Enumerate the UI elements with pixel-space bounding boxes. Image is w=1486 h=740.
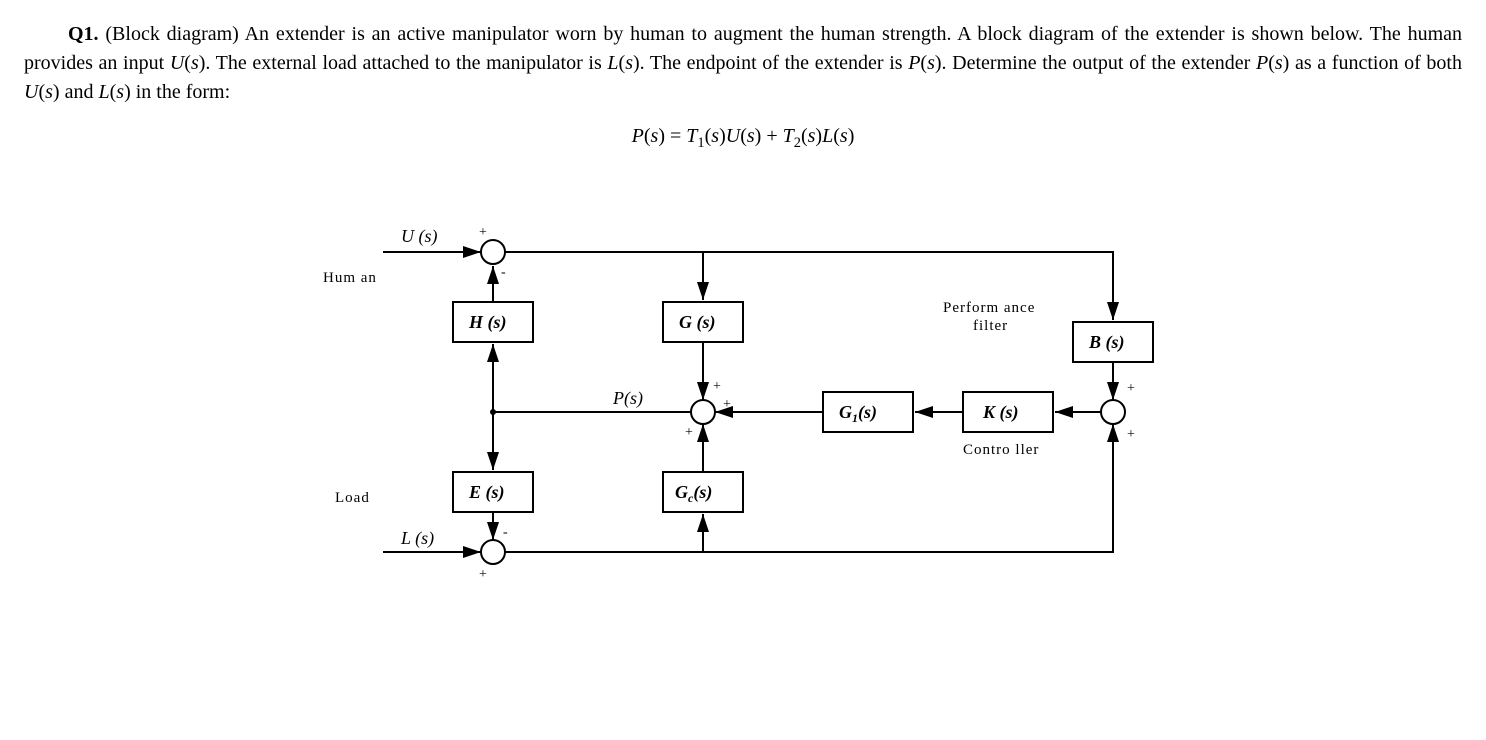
sum-junction-mid [691, 400, 715, 424]
sign-minus: - [501, 265, 506, 280]
question-topic: (Block diagram) [105, 23, 238, 45]
label-U: U (s) [401, 226, 438, 247]
block-H-label: H (s) [468, 312, 507, 333]
sign-plus: + [1127, 381, 1135, 396]
sum-junction-top [481, 240, 505, 264]
sign-plus: + [1127, 427, 1135, 442]
sign-plus: + [479, 567, 487, 582]
block-G-label: G (s) [679, 312, 716, 333]
sign-plus: + [479, 225, 487, 240]
block-Gc-label: Gc(s) [675, 482, 712, 505]
label-load: Load [335, 490, 370, 506]
question-paragraph: Q1. (Block diagram) An extender is an ac… [24, 20, 1462, 107]
sum-junction-right [1101, 400, 1125, 424]
block-K-label: K (s) [982, 402, 1019, 423]
label-L: L (s) [400, 528, 434, 549]
sign-plus: + [723, 397, 731, 412]
question-id: Q1. [68, 23, 99, 45]
label-perf-filter-1: Perform ance [943, 300, 1035, 316]
sign-minus: - [503, 525, 508, 540]
label-controller: Contro ller [963, 442, 1039, 458]
block-E-label: E (s) [468, 482, 505, 503]
block-B-label: B (s) [1088, 332, 1125, 353]
label-human: Hum an [323, 270, 377, 286]
sum-junction-bottom [481, 540, 505, 564]
equation: P(s) = T1(s)U(s) + T2(s)L(s) [24, 125, 1462, 152]
sign-plus: + [713, 379, 721, 394]
block-G1-label: G1(s) [839, 402, 877, 425]
label-perf-filter-2: filter [973, 318, 1008, 334]
label-P: P(s) [612, 388, 643, 409]
sign-plus: + [685, 425, 693, 440]
block-diagram: U (s) Hum an + - H (s) G (s) + B (s) Per… [24, 192, 1462, 618]
